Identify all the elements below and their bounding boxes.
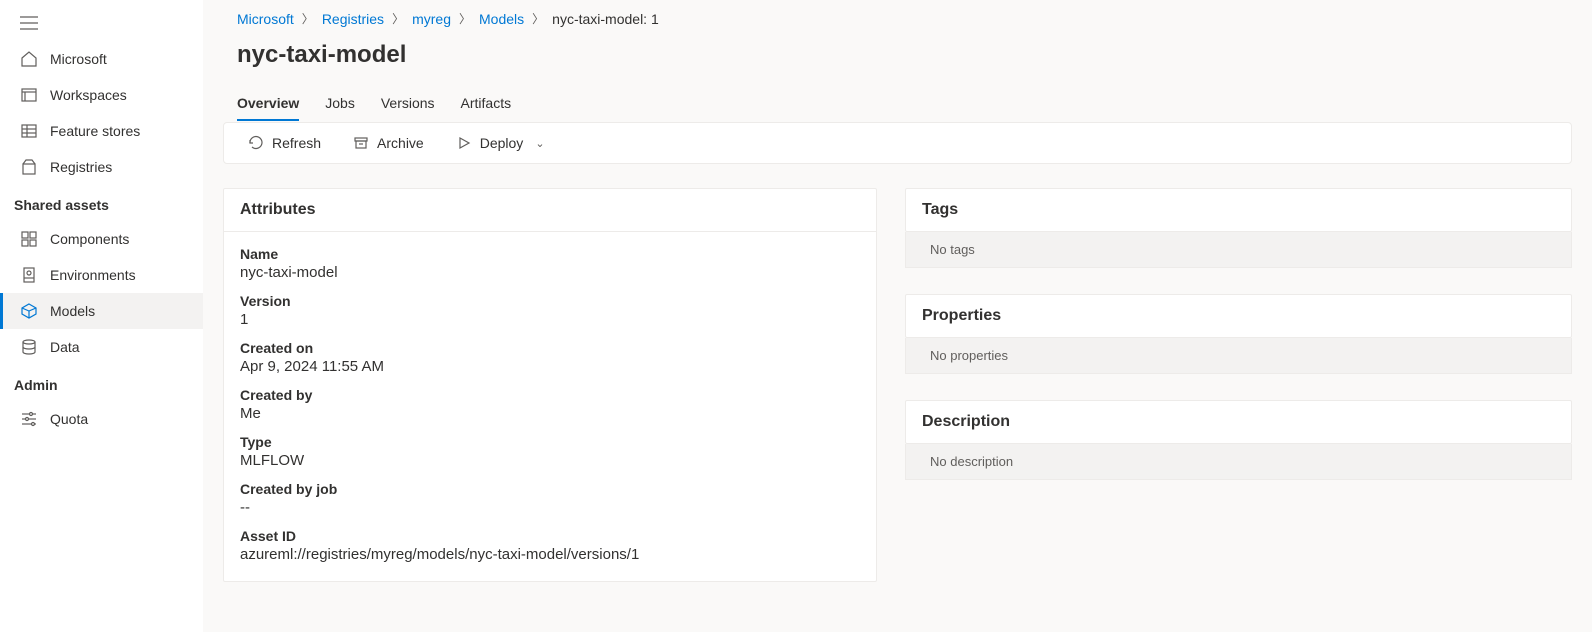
breadcrumb-link[interactable]: myreg	[412, 11, 451, 27]
attribute-label: Name	[240, 246, 860, 262]
deploy-button[interactable]: Deploy ⌄	[446, 129, 555, 157]
models-icon	[20, 302, 38, 320]
quota-icon	[20, 410, 38, 428]
sidebar-item-microsoft[interactable]: Microsoft	[0, 41, 203, 77]
description-heading: Description	[906, 401, 1571, 443]
main-content: Microsoft 〉 Registries 〉 myreg 〉 Models …	[203, 0, 1592, 632]
home-icon	[20, 50, 38, 68]
empty-text: No description	[930, 454, 1013, 469]
attribute-row: Type MLFLOW	[224, 428, 876, 475]
registries-icon	[20, 158, 38, 176]
sidebar-item-feature-stores[interactable]: Feature stores	[0, 113, 203, 149]
attributes-panel: Attributes Name nyc-taxi-model Version 1…	[223, 188, 877, 582]
tabs: Overview Jobs Versions Artifacts	[223, 87, 1572, 122]
attribute-label: Type	[240, 434, 860, 450]
refresh-button[interactable]: Refresh	[238, 129, 331, 157]
attribute-value: --	[240, 499, 860, 516]
components-icon	[20, 230, 38, 248]
sidebar-item-models[interactable]: Models	[0, 293, 203, 329]
breadcrumb-link[interactable]: Microsoft	[237, 11, 294, 27]
properties-heading: Properties	[906, 295, 1571, 337]
tab-jobs[interactable]: Jobs	[325, 87, 355, 121]
chevron-right-icon: 〉	[532, 10, 544, 27]
sidebar-item-label: Workspaces	[50, 87, 127, 103]
breadcrumb-current: nyc-taxi-model: 1	[552, 11, 659, 27]
breadcrumb-link[interactable]: Registries	[322, 11, 384, 27]
properties-panel: Properties No properties	[905, 294, 1572, 374]
attribute-label: Asset ID	[240, 528, 860, 544]
sidebar-item-workspaces[interactable]: Workspaces	[0, 77, 203, 113]
attribute-value: 1	[240, 311, 860, 328]
tags-panel: Tags No tags	[905, 188, 1572, 268]
sidebar-item-label: Environments	[50, 267, 136, 283]
attribute-label: Version	[240, 293, 860, 309]
attribute-row: Created by Me	[224, 381, 876, 428]
chevron-right-icon: 〉	[459, 10, 471, 27]
hamburger-menu[interactable]	[0, 8, 203, 41]
attributes-heading: Attributes	[224, 189, 876, 232]
play-icon	[456, 135, 472, 151]
button-label: Deploy	[480, 135, 524, 151]
tab-artifacts[interactable]: Artifacts	[461, 87, 512, 121]
attribute-label: Created by	[240, 387, 860, 403]
attribute-label: Created on	[240, 340, 860, 356]
button-label: Archive	[377, 135, 424, 151]
description-panel: Description No description	[905, 400, 1572, 480]
tags-empty: No tags	[905, 232, 1572, 268]
attribute-row: Created on Apr 9, 2024 11:55 AM	[224, 334, 876, 381]
feature-stores-icon	[20, 122, 38, 140]
sidebar-item-label: Feature stores	[50, 123, 140, 139]
sidebar-section-shared-assets: Shared assets	[0, 185, 203, 221]
sidebar-section-admin: Admin	[0, 365, 203, 401]
attribute-row: Version 1	[224, 287, 876, 334]
sidebar-item-environments[interactable]: Environments	[0, 257, 203, 293]
attribute-label: Created by job	[240, 481, 860, 497]
tags-heading: Tags	[906, 189, 1571, 231]
chevron-down-icon: ⌄	[535, 137, 544, 150]
sidebar-item-label: Registries	[50, 159, 112, 175]
toolbar: Refresh Archive Deploy ⌄	[223, 122, 1572, 164]
description-empty: No description	[905, 444, 1572, 480]
tab-versions[interactable]: Versions	[381, 87, 435, 121]
breadcrumb: Microsoft 〉 Registries 〉 myreg 〉 Models …	[223, 0, 1572, 39]
sidebar: Microsoft Workspaces Feature stores Regi…	[0, 0, 203, 632]
empty-text: No tags	[930, 242, 975, 257]
chevron-right-icon: 〉	[392, 10, 404, 27]
sidebar-item-label: Microsoft	[50, 51, 107, 67]
sidebar-item-label: Data	[50, 339, 80, 355]
sidebar-item-label: Models	[50, 303, 95, 319]
empty-text: No properties	[930, 348, 1008, 363]
tab-overview[interactable]: Overview	[237, 87, 299, 121]
workspaces-icon	[20, 86, 38, 104]
sidebar-item-quota[interactable]: Quota	[0, 401, 203, 437]
chevron-right-icon: 〉	[302, 10, 314, 27]
attribute-row: Asset ID azureml://registries/myreg/mode…	[224, 522, 876, 569]
environments-icon	[20, 266, 38, 284]
attribute-value: Me	[240, 405, 860, 422]
sidebar-item-registries[interactable]: Registries	[0, 149, 203, 185]
attribute-value: Apr 9, 2024 11:55 AM	[240, 358, 860, 375]
page-title: nyc-taxi-model	[223, 39, 1572, 87]
data-icon	[20, 338, 38, 356]
attribute-value: azureml://registries/myreg/models/nyc-ta…	[240, 546, 860, 563]
hamburger-icon	[20, 16, 38, 30]
sidebar-item-label: Components	[50, 231, 129, 247]
sidebar-item-label: Quota	[50, 411, 88, 427]
archive-icon	[353, 135, 369, 151]
archive-button[interactable]: Archive	[343, 129, 434, 157]
properties-empty: No properties	[905, 338, 1572, 374]
attribute-row: Name nyc-taxi-model	[224, 240, 876, 287]
attribute-value: MLFLOW	[240, 452, 860, 469]
refresh-icon	[248, 135, 264, 151]
button-label: Refresh	[272, 135, 321, 151]
sidebar-item-data[interactable]: Data	[0, 329, 203, 365]
sidebar-item-components[interactable]: Components	[0, 221, 203, 257]
attribute-value: nyc-taxi-model	[240, 264, 860, 281]
attribute-row: Created by job --	[224, 475, 876, 522]
breadcrumb-link[interactable]: Models	[479, 11, 524, 27]
